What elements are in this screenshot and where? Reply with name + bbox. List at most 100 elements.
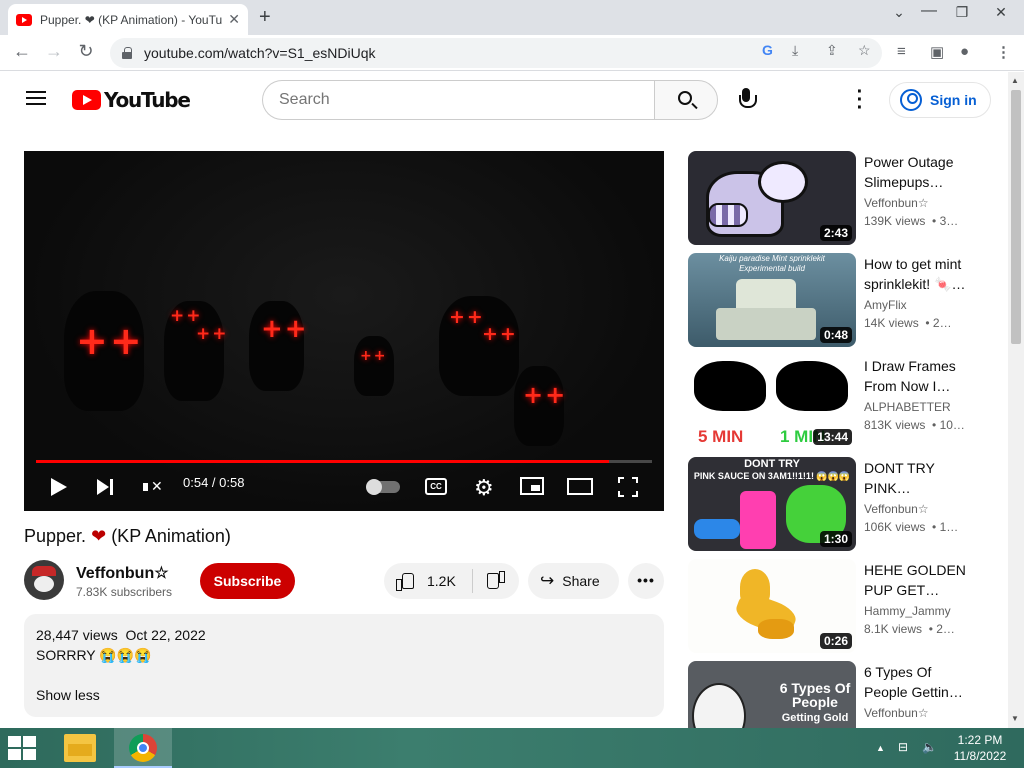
gear-icon[interactable]: ⚙ bbox=[474, 475, 494, 501]
browser-tab[interactable]: Pupper. ❤ (KP Animation) - YouTube ✕ bbox=[8, 4, 248, 35]
miniplayer-icon[interactable] bbox=[520, 477, 544, 495]
search-input[interactable]: Search bbox=[262, 80, 655, 120]
tab-search-icon[interactable]: ⌄ bbox=[884, 4, 914, 21]
play-icon[interactable] bbox=[51, 478, 67, 496]
recommended-video[interactable]: 5 MIN 1 MIN 13:44 I Draw Frames From Now… bbox=[688, 355, 998, 449]
windows-taskbar: ▲ ⊟ 🔈 1:22 PM 11/8/2022 bbox=[0, 728, 1024, 768]
install-app-icon[interactable]: ⤓ bbox=[792, 42, 798, 59]
glowing-eyes: ++ bbox=[170, 306, 203, 326]
chrome-icon bbox=[129, 734, 157, 762]
youtube-play-logo-icon bbox=[72, 90, 101, 110]
new-tab-button[interactable]: + bbox=[259, 6, 271, 29]
autoplay-toggle[interactable] bbox=[366, 479, 400, 495]
recommended-video[interactable]: DONT TRY PINK SAUCE ON 3AM1!!1!1! 😱😱😱 1:3… bbox=[688, 457, 998, 551]
glowing-eyes: ++ bbox=[76, 319, 144, 363]
share-arrow-icon: ↪ bbox=[540, 571, 555, 590]
subscribe-button[interactable]: Subscribe bbox=[200, 563, 295, 599]
progress-bar-fill bbox=[36, 460, 609, 463]
channel-name[interactable]: Veffonbun☆ bbox=[76, 563, 169, 583]
duration-badge: 0:26 bbox=[819, 633, 852, 649]
rec-title: DONT TRY PINK… bbox=[864, 460, 935, 496]
dislike-button[interactable] bbox=[473, 563, 519, 599]
next-video-icon[interactable] bbox=[97, 479, 115, 495]
rec-channel: Veffonbun☆ bbox=[864, 706, 929, 720]
file-explorer-icon[interactable] bbox=[64, 734, 96, 762]
reload-icon[interactable]: ↻ bbox=[74, 41, 98, 62]
profile-icon[interactable]: ● bbox=[960, 43, 969, 60]
reading-list-icon[interactable]: ≡ bbox=[897, 43, 906, 60]
windows-start-icon[interactable] bbox=[8, 736, 38, 760]
share-page-icon[interactable]: ⇪ bbox=[826, 42, 838, 59]
video-thumbnail: 6 Types Of People Getting Gold bbox=[688, 661, 856, 728]
browser-tab-strip: Pupper. ❤ (KP Animation) - YouTube ✕ + ⌄… bbox=[0, 0, 1024, 35]
more-actions-button[interactable]: ••• bbox=[628, 563, 664, 599]
clock-date: 11/8/2022 bbox=[953, 749, 1007, 763]
menu-icon[interactable] bbox=[26, 91, 46, 105]
voice-search-icon[interactable] bbox=[737, 88, 757, 112]
tab-close-icon[interactable]: ✕ bbox=[228, 11, 240, 28]
glowing-eyes: ++ bbox=[482, 323, 518, 345]
like-count: 1.2K bbox=[427, 573, 456, 589]
tray-overflow-icon[interactable]: ▲ bbox=[876, 743, 885, 753]
like-button[interactable]: 1.2K bbox=[384, 563, 472, 599]
current-time: 0:54 bbox=[183, 475, 209, 490]
chrome-taskbar-button[interactable] bbox=[114, 728, 172, 768]
google-lens-icon[interactable]: G bbox=[762, 42, 773, 58]
show-less-button[interactable]: Show less bbox=[36, 687, 100, 703]
glowing-eyes: ++ bbox=[449, 306, 485, 328]
fullscreen-icon[interactable] bbox=[618, 477, 638, 497]
progress-bar[interactable] bbox=[36, 460, 652, 463]
sign-in-button[interactable]: Sign in bbox=[889, 82, 991, 118]
duration: 0:58 bbox=[219, 475, 245, 490]
maximize-button[interactable]: ❐ bbox=[947, 4, 977, 21]
muted-volume-icon[interactable] bbox=[143, 478, 165, 496]
chrome-menu-icon[interactable]: ⋮ bbox=[996, 43, 1011, 61]
video-thumbnail: Kaiju paradise Mint sprinklekit Experimen… bbox=[688, 253, 856, 347]
sign-in-label: Sign in bbox=[930, 92, 977, 108]
youtube-header: YouTube Search · · · Sign in bbox=[0, 72, 1008, 128]
network-icon[interactable]: ⊟ bbox=[898, 740, 908, 754]
recommended-video[interactable]: Kaiju paradise Mint sprinklekit Experimen… bbox=[688, 253, 998, 347]
duration-badge: 1:30 bbox=[819, 531, 852, 547]
heart-icon: ❤ bbox=[91, 526, 107, 546]
video-title: Pupper. ❤ (KP Animation) bbox=[24, 526, 231, 546]
account-icon bbox=[900, 89, 922, 111]
time-display: 0:54 / 0:58 bbox=[183, 475, 245, 490]
description-box[interactable]: 28,447 views Oct 22, 2022 SORRRY 😭😭😭 Sho… bbox=[24, 614, 664, 717]
channel-avatar[interactable] bbox=[24, 560, 64, 600]
rec-meta: 813K views • 10… bbox=[864, 418, 965, 432]
rec-channel: Veffonbun☆ bbox=[864, 196, 929, 210]
youtube-logo[interactable]: YouTube bbox=[72, 88, 191, 112]
taskbar-clock[interactable]: 1:22 PM 11/8/2022 bbox=[950, 732, 1010, 764]
forward-arrow-icon[interactable]: → bbox=[42, 41, 66, 62]
glowing-eyes: ++ bbox=[261, 314, 309, 344]
address-url: youtube.com/watch?v=S1_esNDiUqk bbox=[144, 45, 376, 61]
back-arrow-icon[interactable]: ← bbox=[10, 41, 34, 62]
clock-time: 1:22 PM bbox=[957, 733, 1003, 747]
bookmark-star-icon[interactable]: ☆ bbox=[858, 42, 871, 59]
share-button[interactable]: ↪ Share bbox=[528, 563, 619, 599]
youtube-favicon-icon bbox=[16, 13, 32, 26]
recommended-video[interactable]: 0:26 HEHE GOLDEN PUP GET… Hammy_Jammy 8.… bbox=[688, 559, 998, 653]
search-icon bbox=[678, 91, 692, 105]
volume-icon[interactable]: 🔈 bbox=[922, 740, 937, 754]
like-dislike-group: 1.2K bbox=[384, 563, 519, 599]
close-window-button[interactable]: ✕ bbox=[986, 4, 1016, 21]
captions-icon[interactable]: CC bbox=[425, 478, 447, 495]
rec-title: How to get mint sprinklekit! 🍬… bbox=[864, 256, 966, 292]
video-player[interactable]: ++ ++ ++ ++ ++ ++ ++ ++ 0:54 / 0:58 CC ⚙ bbox=[24, 151, 664, 511]
scroll-down-arrow-icon[interactable]: ▼ bbox=[1011, 714, 1019, 723]
thumbs-up-icon bbox=[396, 573, 414, 591]
theater-mode-icon[interactable] bbox=[567, 478, 593, 495]
recommended-video[interactable]: 6 Types Of People Getting Gold 6 Types Of … bbox=[688, 661, 998, 728]
recommended-video[interactable]: 2:43 Power Outage Slimepups… Veffonbun☆ … bbox=[688, 151, 998, 245]
search-button[interactable] bbox=[654, 80, 718, 120]
settings-menu-icon[interactable]: · · · bbox=[852, 82, 868, 118]
youtube-logo-text: YouTube bbox=[104, 88, 191, 112]
minimize-button[interactable]: — bbox=[914, 2, 944, 20]
page-scrollbar[interactable]: ▲ ▼ bbox=[1008, 72, 1024, 728]
scrollbar-thumb[interactable] bbox=[1011, 90, 1021, 344]
rec-channel: Veffonbun☆ bbox=[864, 502, 929, 516]
side-panel-icon[interactable]: ▣ bbox=[930, 43, 944, 61]
scroll-up-arrow-icon[interactable]: ▲ bbox=[1011, 76, 1019, 85]
